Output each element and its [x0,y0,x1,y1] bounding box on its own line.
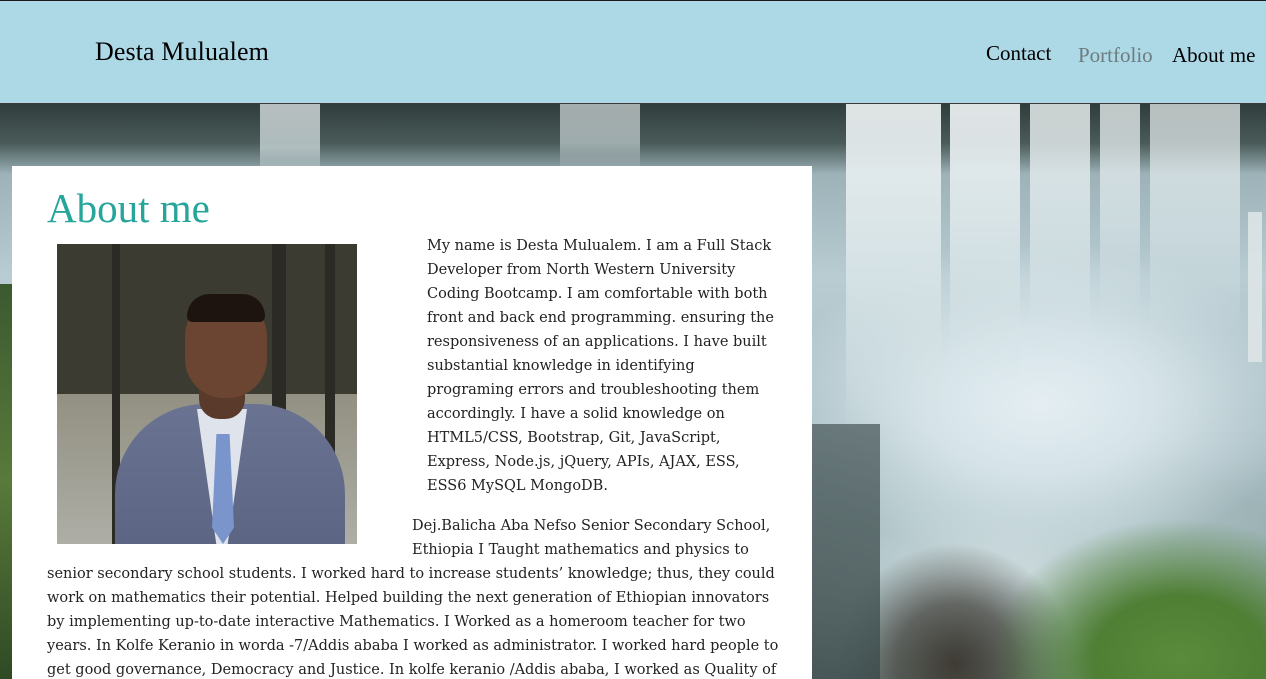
waterfall-stream [1100,104,1140,324]
rock-face [810,424,880,679]
navbar: Desta Mulualem Contact Portfolio About m… [0,0,1266,104]
waterfall-stream [1030,104,1090,364]
watermark-strip [1248,212,1262,362]
about-card: About me My name is Desta Mulualem. I am… [12,166,812,679]
nav-link-portfolio[interactable]: Portfolio [1078,43,1153,68]
bio-intro: My name is Desta Mulualem. I am a Full S… [427,238,774,494]
waterfall-stream [950,104,1020,384]
waterfall-stream [1150,104,1240,334]
nav-link-contact[interactable]: Contact [986,41,1051,66]
nav-link-about[interactable]: About me [1172,43,1255,68]
about-title: About me [47,185,210,231]
waterfall-stream [560,104,640,174]
bio-history-rest: senior secondary school students. I work… [47,566,779,678]
photo-hair [187,294,265,322]
bio-history-top: Dej.Balicha Aba Nefso Senior Secondary S… [412,518,771,558]
profile-photo [57,244,357,544]
waterfall-stream [846,104,941,434]
brand-link[interactable]: Desta Mulualem [95,37,269,67]
